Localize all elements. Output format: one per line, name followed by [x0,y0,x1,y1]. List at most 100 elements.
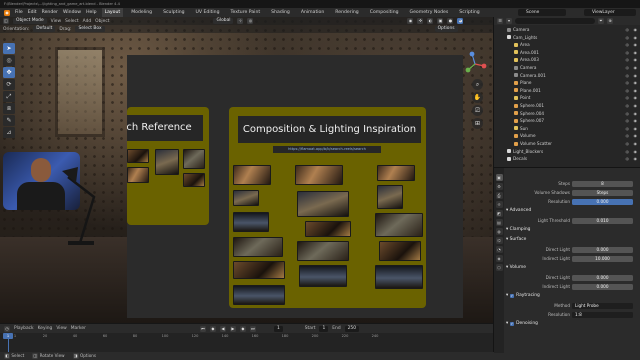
property-value-field[interactable]: 0.010 [572,218,633,224]
outliner-item[interactable]: Area.001 ◎ ◉ [494,49,640,57]
camera-view-icon[interactable]: ⎚ [472,105,483,116]
outliner-item[interactable]: Plane.001 ◎ ◉ [494,87,640,95]
scene-selector[interactable]: Scene [518,9,566,16]
start-frame-field[interactable]: 1 [319,325,329,332]
blender-logo-icon[interactable]: ◉ [4,9,10,16]
properties-tab-icon[interactable]: ☼ [495,201,503,208]
properties-tab-icon[interactable]: ▣ [495,174,503,181]
render-visibility-icon[interactable]: ◉ [634,148,638,156]
property-value-field[interactable]: 8 [572,181,633,187]
properties-tab-icon[interactable]: ◩ [495,210,503,217]
menu-file[interactable]: File [15,10,23,15]
tab-compositing[interactable]: Compositing [367,8,402,17]
xray-icon[interactable]: ▣ [437,18,444,24]
viewport-visibility-icon[interactable]: ◎ [626,117,630,125]
property-section-header[interactable]: ▾ Clamping [506,226,638,234]
property-section-header[interactable]: ▾ Surface [506,236,638,244]
properties-tab-icon[interactable]: ◍ [495,228,503,235]
viewport-menu-select[interactable]: Select [65,19,79,24]
tab-animation[interactable]: Animation [298,8,327,17]
menu-help[interactable]: Help [86,10,96,15]
grid-view-icon[interactable]: ⊞ [472,118,483,129]
outliner-item[interactable]: Light_Blockers ◎ ◉ [494,148,640,156]
outliner-item[interactable]: Volume ◎ ◉ [494,132,640,140]
outliner-editor-icon[interactable]: ☰ [497,18,503,24]
property-value-field[interactable]: 0.000 [572,199,633,205]
render-visibility-icon[interactable]: ◉ [634,56,638,64]
pan-hand-icon[interactable]: ✋ [472,92,483,103]
outliner-search-input[interactable] [515,18,595,24]
viewport-visibility-icon[interactable]: ◎ [626,132,630,140]
viewport-visibility-icon[interactable]: ◎ [626,148,630,156]
shading-solid-icon[interactable]: ● [447,18,454,24]
menu-edit[interactable]: Edit [28,10,37,15]
render-visibility-icon[interactable]: ◉ [634,49,638,57]
shading-render-icon[interactable]: ◕ [457,18,464,24]
reference-thumbnail[interactable] [127,167,149,183]
checkbox-icon[interactable]: ✓ [509,293,515,298]
transform-orientation-dropdown[interactable]: Global [213,18,234,24]
properties-tab-icon[interactable]: ⚙ [495,183,503,190]
transform-tool-icon[interactable]: ⧈ [3,103,15,114]
properties-editor[interactable]: ▣ ⚙ ⎙ ☼ ◩ ▤ ◍ ⌬ ◔ ◈ ⬡ Steps 8 Volume Shadows Steps Res… [494,167,640,353]
outliner-item[interactable]: Camera ◎ ◉ [494,64,640,72]
outliner-item[interactable]: Cam_Lights ◎ ◉ [494,34,640,42]
render-visibility-icon[interactable]: ◉ [634,64,638,72]
checkbox-icon[interactable]: ✓ [509,321,515,326]
reference-thumbnail[interactable] [183,173,205,187]
viewport-visibility-icon[interactable]: ◎ [626,49,630,57]
viewport-visibility-icon[interactable]: ◎ [626,79,630,87]
property-value-field[interactable]: 0.000 [572,275,633,281]
viewport-visibility-icon[interactable]: ◎ [626,41,630,49]
properties-tab-icon[interactable]: ⌬ [495,237,503,244]
reference-thumbnail[interactable] [233,237,283,257]
menu-render[interactable]: Render [42,10,58,15]
property-value-field[interactable]: Steps [572,190,633,196]
reference-board[interactable]: nch Reference Composition & Lighting Ins… [127,55,463,318]
timeline-menu-playback[interactable]: Playback [14,326,34,331]
outliner-item[interactable]: Camera ◎ ◉ [494,26,640,34]
filter-icon[interactable]: ⏷ [598,18,604,24]
properties-tab-icon[interactable]: ⎙ [495,192,503,199]
outliner-item[interactable]: Plane ◎ ◉ [494,79,640,87]
proportional-edit-icon[interactable]: ◎ [247,18,254,24]
render-visibility-icon[interactable]: ◉ [634,132,638,140]
outliner-item[interactable]: Sphere.007 ◎ ◉ [494,117,640,125]
property-checkbox-section[interactable]: ▾ ✓ Denoising [506,320,638,328]
property-section-header[interactable]: ▾ Advanced [506,207,638,215]
outliner-item[interactable]: Area.003 ◎ ◉ [494,56,640,64]
outliner-display-icon[interactable]: ▾ [506,18,512,24]
timeline-menu-view[interactable]: View [56,326,66,331]
outliner-item[interactable]: Sphere.001 ◎ ◉ [494,102,640,110]
prev-key-icon[interactable]: ◆ [209,325,216,332]
properties-tab-icon[interactable]: ◈ [495,255,503,262]
gizmo-icon[interactable]: ✣ [417,18,424,24]
tab-texture-paint[interactable]: Texture Paint [228,8,264,17]
properties-tab-icon[interactable]: ◔ [495,246,503,253]
panel-link[interactable]: https://flamoat.app/b/b/search-reels/sea… [273,146,381,153]
properties-tab-icon[interactable]: ⬡ [495,264,503,271]
outliner[interactable]: ☰ ▾ ⏷ ⊕ Camera ◎ ◉ Cam_Lights ◎ ◉ Area ◎ ◉ Area.0… [494,17,640,166]
reference-thumbnail[interactable] [233,165,271,185]
outliner-item[interactable]: Decals ◎ ◉ [494,155,640,163]
reference-thumbnail[interactable] [183,149,205,169]
measure-tool-icon[interactable]: ⊿ [3,127,15,138]
select-tool-icon[interactable]: ➤ [3,43,15,54]
zoom-icon[interactable]: ⌕ [472,79,483,90]
outliner-item[interactable]: Area ◎ ◉ [494,41,640,49]
render-visibility-icon[interactable]: ◉ [634,79,638,87]
reference-thumbnail[interactable] [233,261,285,279]
tab-rendering[interactable]: Rendering [332,8,361,17]
property-value-field[interactable]: 1:8 [572,312,633,318]
timeline-menu-marker[interactable]: Marker [71,326,86,331]
menu-window[interactable]: Window [63,10,81,15]
render-visibility-icon[interactable]: ◉ [634,72,638,80]
outliner-item[interactable]: Point ◎ ◉ [494,94,640,102]
viewport-visibility-icon[interactable]: ◎ [626,110,630,118]
scale-tool-icon[interactable]: ⤢ [3,91,15,102]
property-checkbox-section[interactable]: ▾ ✓ Raytracing [506,292,638,300]
tab-scripting[interactable]: Scripting [456,8,482,17]
jump-start-icon[interactable]: ⏮ [199,325,206,332]
drag-dropdown[interactable]: Select Box [75,26,105,32]
viewport-visibility-icon[interactable]: ◎ [626,72,630,80]
